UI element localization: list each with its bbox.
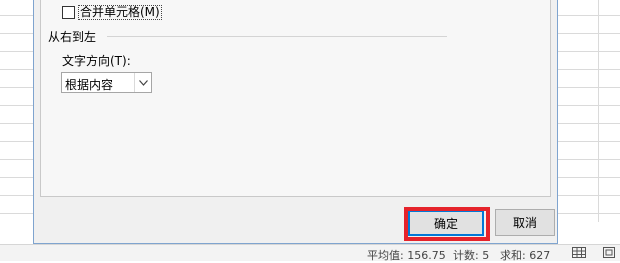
text-direction-select[interactable]: 根据内容 [61,72,152,93]
cancel-button[interactable]: 取消 [495,209,555,236]
rtl-section-title: 从右到左 [48,30,97,44]
text-direction-label: 文字方向(T): [62,54,131,68]
sheet-area [558,222,620,244]
status-bar: 平均值: 156.75 计数: 5 求和: 627 [0,244,620,262]
merge-cells-label: 合并单元格(M) [78,4,162,20]
section-divider [107,36,447,37]
ok-button-highlight [404,207,490,241]
status-count: 计数: 5 [453,249,490,262]
merge-cells-checkbox[interactable] [62,5,75,19]
chevron-down-icon[interactable] [134,73,151,92]
status-sum: 求和: 627 [500,249,551,262]
text-direction-value: 根据内容 [65,78,114,92]
alignment-panel: 合并单元格(M) 从右到左 文字方向(T): 根据内容 [40,0,551,197]
status-average: 平均值: 156.75 [367,249,446,262]
merge-cells-option[interactable]: 合并单元格(M) [62,4,162,20]
cancel-button-label: 取消 [512,216,537,230]
normal-view-icon[interactable] [572,247,586,258]
page-layout-icon[interactable] [602,247,616,258]
